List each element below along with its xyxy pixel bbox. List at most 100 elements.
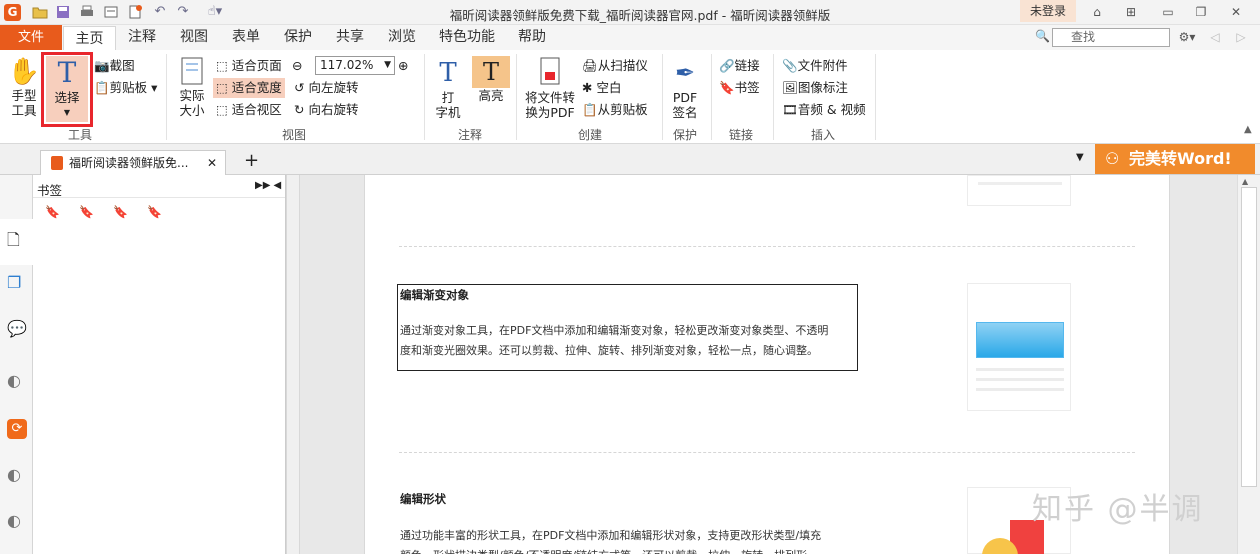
convert-pdf-icon	[522, 56, 578, 90]
restore-icon[interactable]: ❐	[1190, 2, 1212, 22]
foxit-service-icon[interactable]: ⟳	[7, 419, 27, 439]
fit-page-button[interactable]: ⬚ 适合页面	[216, 56, 282, 76]
zoom-out-icon[interactable]: ⊖	[292, 56, 302, 76]
comments-panel-icon[interactable]: 💬	[7, 319, 27, 339]
tab-view[interactable]: 视图	[172, 25, 216, 50]
rotate-right-icon: ↻	[294, 102, 305, 117]
ribbon: ✋ 手型 工具 T 选择 ▼ 📷截图 📋剪贴板 ▾ 工具 实际 大小 ⬚ 适合页…	[0, 50, 1260, 144]
actual-size-button[interactable]: 实际 大小	[172, 56, 212, 118]
attachments-panel-icon[interactable]: ◐	[7, 465, 27, 485]
tab-home[interactable]: 主页	[63, 26, 116, 51]
link-icon: 🔗	[719, 58, 735, 73]
typewriter-button[interactable]: T 打 字机	[430, 56, 466, 120]
file-menu[interactable]: 文件	[0, 25, 62, 50]
blank-page-icon: ✱	[582, 80, 593, 95]
panel-splitter[interactable]	[286, 175, 300, 554]
new-doc-icon[interactable]	[127, 4, 143, 20]
scrollbar-thumb[interactable]	[1241, 187, 1257, 487]
save-icon[interactable]	[55, 4, 71, 20]
minimize-icon[interactable]: ▭	[1157, 2, 1179, 22]
actual-size-icon	[172, 56, 212, 88]
security-panel-icon[interactable]: ◐	[7, 511, 27, 531]
zoom-select[interactable]: 117.02% ▼	[315, 56, 395, 75]
bookmark-expand-icon[interactable]: 🔖	[113, 205, 128, 219]
close-icon[interactable]: ✕	[1225, 2, 1247, 22]
audio-video-button[interactable]: 🎞音频 & 视频	[782, 100, 866, 120]
tab-form[interactable]: 表单	[224, 25, 268, 50]
skin-icon[interactable]: ⌂	[1086, 2, 1108, 22]
panel-options-icon[interactable]: ▶▶ ◀	[255, 180, 281, 191]
tab-browse[interactable]: 浏览	[380, 25, 424, 50]
forward-icon[interactable]: ▷	[1230, 27, 1252, 47]
typewriter-icon: T	[439, 58, 457, 88]
properties-icon[interactable]	[103, 4, 119, 20]
search-icon: 🔍	[1035, 29, 1050, 43]
bookmark-delete-icon[interactable]: 🔖	[45, 205, 60, 219]
search-input[interactable]: 查找	[1052, 28, 1170, 47]
group-label-links: 链接	[728, 128, 753, 142]
convert-to-pdf-button[interactable]: 将文件转 换为PDF	[522, 56, 578, 120]
tab-protect[interactable]: 保护	[276, 25, 320, 50]
rotate-left-button[interactable]: ↺ 向左旋转	[294, 78, 358, 98]
tab-features[interactable]: 特色功能	[432, 25, 502, 50]
fit-width-button[interactable]: ⬚ 适合宽度	[213, 78, 285, 98]
redo-icon[interactable]: ↷	[175, 4, 191, 20]
close-tab-icon[interactable]: ✕	[207, 151, 217, 175]
tab-comment[interactable]: 注释	[120, 25, 164, 50]
bookmark-add-icon[interactable]: 🔖	[79, 205, 94, 219]
undo-icon[interactable]: ↶	[152, 4, 168, 20]
image-annotation-button[interactable]: 🖼图像标注	[782, 78, 848, 98]
link-button[interactable]: 🔗链接	[719, 56, 760, 76]
highlight-icon: T	[472, 56, 510, 88]
section-title: 编辑渐变对象	[400, 288, 469, 302]
section-text: 颜色、形状描边类型/颜色/不透明度/链结方式等，还可以剪裁、拉伸、旋转、排列形	[400, 546, 807, 554]
feature-thumbnail	[967, 175, 1071, 206]
divider	[424, 54, 425, 140]
highlight-button[interactable]: T 高亮	[472, 56, 510, 103]
section-text: 通过功能丰富的形状工具，在PDF文档中添加和编辑形状对象，支持更改形状类型/填充	[400, 529, 822, 542]
print-icon[interactable]	[79, 4, 95, 20]
file-attachment-button[interactable]: 📎文件附件	[782, 56, 848, 76]
pages-panel-icon[interactable]: ❐	[7, 273, 27, 293]
bookmark-find-icon[interactable]: 🔖	[147, 205, 162, 219]
select-tool-button[interactable]: T 选择 ▼	[46, 56, 88, 122]
bookmark-button[interactable]: 🔖书签	[719, 78, 760, 98]
back-icon[interactable]: ◁	[1204, 27, 1226, 47]
tab-help[interactable]: 帮助	[510, 25, 554, 50]
document-tab-strip: 福昕阅读器领鲜版免... ✕ + ▼ ⚇ 完美转Word!	[0, 144, 1260, 175]
login-button[interactable]: 未登录	[1020, 0, 1076, 22]
zoom-in-icon[interactable]: ⊕	[398, 56, 408, 76]
fit-page-icon: ⬚	[216, 58, 228, 73]
layers-panel-icon[interactable]: ◐	[7, 371, 27, 391]
divider	[875, 54, 876, 140]
convert-to-word-button[interactable]: ⚇ 完美转Word!	[1095, 144, 1255, 174]
rotate-right-button[interactable]: ↻ 向右旋转	[294, 100, 358, 120]
blank-button[interactable]: ✱ 空白	[582, 78, 621, 98]
collapse-ribbon-icon[interactable]: ▲	[1244, 124, 1252, 135]
pdf-sign-button[interactable]: ✒ PDF 签名	[667, 56, 703, 120]
convert-word-icon: ⚇	[1105, 149, 1120, 168]
clipboard-icon: 📋	[582, 102, 598, 117]
vertical-scrollbar[interactable]: ▲	[1237, 175, 1260, 554]
tab-share[interactable]: 共享	[328, 25, 372, 50]
bookmarks-panel-icon[interactable]: 🗋	[7, 229, 27, 249]
screenshot-button[interactable]: 📷截图	[94, 56, 135, 76]
new-tab-icon[interactable]: +	[244, 150, 259, 171]
hand-tool-button[interactable]: ✋ 手型 工具	[4, 56, 44, 118]
settings-gear-icon[interactable]: ⚙▾	[1176, 27, 1198, 47]
divider	[773, 54, 774, 140]
document-tab[interactable]: 福昕阅读器领鲜版免... ✕	[40, 150, 226, 175]
section-text: 通过渐变对象工具，在PDF文档中添加和编辑渐变对象，轻松更改渐变对象类型、不透明	[400, 324, 829, 337]
from-scanner-button[interactable]: 🖨从扫描仪	[582, 56, 648, 76]
fit-visible-button[interactable]: ⬚ 适合视区	[216, 100, 282, 120]
scanner-icon: 🖨	[582, 58, 598, 73]
from-clipboard-button[interactable]: 📋从剪贴板	[582, 100, 648, 120]
open-folder-icon[interactable]	[32, 4, 48, 20]
scroll-up-icon[interactable]: ▲	[1242, 177, 1256, 186]
divider	[399, 246, 1135, 247]
hand-dropdown-icon[interactable]: ☝▾	[200, 4, 230, 20]
clipboard-button[interactable]: 📋剪贴板 ▾	[94, 78, 157, 98]
grid-icon[interactable]: ⊞	[1120, 2, 1142, 22]
tab-list-dropdown-icon[interactable]: ▼	[1076, 152, 1084, 163]
hand-icon: ✋	[7, 57, 41, 87]
